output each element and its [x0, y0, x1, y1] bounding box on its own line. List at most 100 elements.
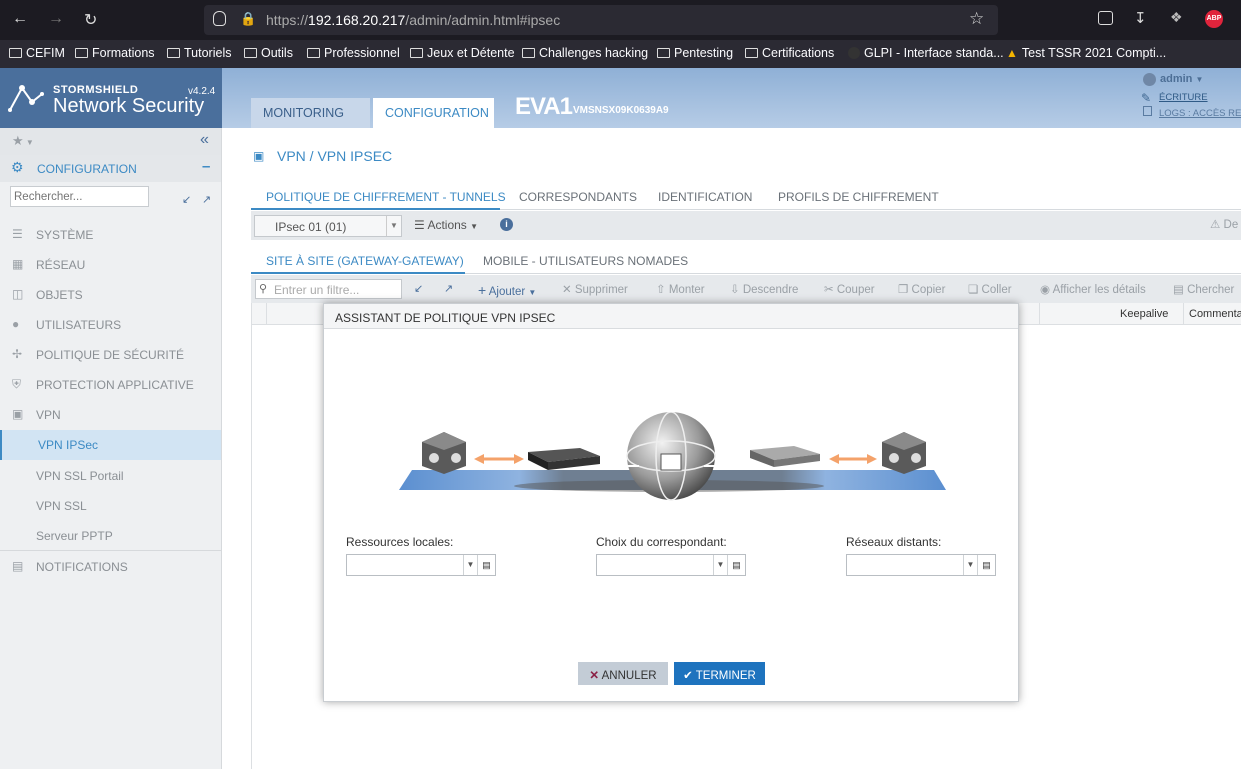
search-button[interactable]: ▤ Chercher [1173, 282, 1234, 296]
add-button[interactable]: + Ajouter ▼ [478, 282, 536, 298]
sidebar-item-vpn-ssl-portail[interactable]: VPN SSL Portail [0, 461, 221, 491]
plus-icon: + [478, 282, 487, 298]
peer-choice-label: Choix du correspondant: [596, 535, 727, 549]
add-object-icon[interactable]: ▤ [727, 555, 745, 575]
page-title: VPN / VPN IPSEC [277, 148, 393, 164]
sidebar-item-notifications[interactable]: ▤ NOTIFICATIONS [0, 552, 221, 582]
active-subtab-underline [251, 272, 465, 274]
bookmark-folder[interactable]: Formations [75, 46, 155, 60]
logo: STORMSHIELD Network Security v4.2.4 [0, 68, 222, 128]
arrow-down-icon: ⇩ [730, 284, 740, 296]
active-tab-underline [251, 208, 500, 210]
vpn-policy-wizard-dialog: ASSISTANT DE POLITIQUE VPN IPSEC Ressour… [323, 303, 1019, 702]
user-icon: ● [12, 317, 20, 331]
download-icon[interactable]: ↧ [1134, 9, 1147, 27]
bookmark-folder[interactable]: Certifications [745, 46, 834, 60]
bookmark-folder[interactable]: Tutoriels [167, 46, 231, 60]
sidebar-item-pptp[interactable]: Serveur PPTP [0, 521, 221, 551]
extension-icon[interactable]: ❖ [1170, 9, 1183, 26]
subtab-site-a-site[interactable]: SITE À SITE (GATEWAY-GATEWAY) [266, 254, 464, 268]
actions-menu[interactable]: ☰ Actions ▼ [414, 218, 478, 232]
star-icon[interactable]: ☆ [969, 9, 984, 29]
tab-profils[interactable]: PROFILS DE CHIFFREMENT [778, 190, 939, 204]
info-icon[interactable]: i [500, 218, 513, 231]
add-object-icon[interactable]: ▤ [477, 555, 495, 575]
show-details-button[interactable]: ◉ Afficher les détails [1040, 282, 1146, 296]
cancel-button[interactable]: ✕ ANNULER [578, 662, 668, 685]
favorites-star-icon[interactable]: ★ ▼ [12, 133, 34, 149]
folder-icon [244, 48, 257, 58]
bookmark-link[interactable]: ▲ Test TSSR 2021 Compti... [1006, 46, 1166, 60]
subtab-mobile[interactable]: MOBILE - UTILISATEURS NOMADES [483, 254, 688, 268]
eye-icon: ◉ [1040, 284, 1051, 296]
collapse-sidebar-icon[interactable]: « [200, 131, 209, 149]
sidebar-item-utilisateurs[interactable]: ● UTILISATEURS [0, 310, 221, 340]
move-down-button[interactable]: ⇩ Descendre [730, 282, 798, 296]
local-resources-combo[interactable]: ▼ ▤ [346, 554, 496, 576]
logs-access-link[interactable]: LOGS : ACCÈS RES [1159, 108, 1241, 119]
filter-input[interactable]: ⚲ Entrer un filtre... [255, 279, 402, 299]
write-mode-link[interactable]: ÉCRITURE [1159, 92, 1208, 103]
divider [0, 550, 221, 551]
sidebar-item-vpn[interactable]: ▣ VPN [0, 400, 221, 430]
sidebar-item-reseau[interactable]: ▦ RÉSEAU [0, 250, 221, 280]
collapse-all-icon[interactable]: ↙ [182, 193, 191, 206]
delete-button[interactable]: ✕ Supprimer [562, 282, 628, 296]
sidebar-item-protection[interactable]: ⛨ PROTECTION APPLICATIVE [0, 370, 221, 400]
policy-select[interactable]: IPsec 01 (01) ▼ [254, 215, 402, 237]
pocket-icon[interactable] [1098, 11, 1113, 25]
bookmark-folder[interactable]: Outils [244, 46, 293, 60]
checkbox-icon[interactable] [1143, 106, 1152, 116]
bookmark-folder[interactable]: Pentesting [657, 46, 733, 60]
bookmark-folder[interactable]: Challenges hacking [522, 46, 648, 60]
forward-icon[interactable]: → [48, 10, 64, 28]
column-header[interactable]: Keepalive [1120, 308, 1168, 320]
finish-button[interactable]: ✔ TERMINER [674, 662, 765, 685]
user-menu[interactable]: admin ▼ [1160, 73, 1203, 85]
chevron-down-icon[interactable]: ▼ [713, 555, 727, 575]
remote-networks-combo[interactable]: ▼ ▤ [846, 554, 996, 576]
move-up-button[interactable]: ⇧ Monter [656, 282, 705, 296]
arrows-icon: ✢ [12, 347, 23, 361]
product-name: Network Security [53, 95, 205, 117]
collapse-section-icon[interactable]: – [202, 158, 210, 175]
bookmark-folder[interactable]: Professionnel [307, 46, 400, 60]
tab-politique[interactable]: POLITIQUE DE CHIFFREMENT - TUNNELS [266, 190, 506, 204]
folder-icon [522, 48, 535, 58]
sidebar-item-objets[interactable]: ◫ OBJETS [0, 280, 221, 310]
sidebar-item-vpn-ipsec[interactable]: VPN IPSec [0, 430, 221, 460]
glpi-icon [848, 47, 860, 59]
expand-all-icon[interactable]: ↗ [202, 193, 211, 206]
sidebar-item-vpn-ssl[interactable]: VPN SSL [0, 491, 221, 521]
tab-identification[interactable]: IDENTIFICATION [658, 190, 752, 204]
lock-icon[interactable]: 🔒 [240, 11, 256, 27]
bookmark-folder[interactable]: Jeux et Détente [410, 46, 515, 60]
bookmark-link[interactable]: GLPI - Interface standa... [848, 46, 1004, 60]
adblock-icon[interactable]: ABP [1205, 10, 1223, 28]
sidebar-item-politique[interactable]: ✢ POLITIQUE DE SÉCURITÉ [0, 340, 221, 370]
back-icon[interactable]: ← [12, 10, 28, 28]
bookmark-folder[interactable]: CEFIM [9, 46, 65, 60]
tab-configuration[interactable]: CONFIGURATION [373, 98, 494, 128]
search-input[interactable] [10, 186, 149, 207]
shield-icon[interactable] [213, 11, 226, 26]
cut-button[interactable]: ✂ Couper [824, 282, 875, 296]
copy-button[interactable]: ❐ Copier [898, 282, 945, 296]
column-header[interactable]: Commenta [1189, 308, 1241, 320]
paste-button[interactable]: ❏ Coller [968, 282, 1012, 296]
tab-monitoring[interactable]: MONITORING [251, 98, 370, 128]
add-object-icon[interactable]: ▤ [977, 555, 995, 575]
peer-choice-combo[interactable]: ▼ ▤ [596, 554, 746, 576]
reload-icon[interactable]: ↻ [84, 10, 97, 30]
url-text[interactable]: https://192.168.20.217/admin/admin.html#… [266, 12, 560, 28]
chevron-down-icon[interactable]: ▼ [963, 555, 977, 575]
sidebar-item-systeme[interactable]: ☰ SYSTÈME [0, 220, 221, 250]
tab-correspondants[interactable]: CORRESPONDANTS [519, 190, 637, 204]
search-icon: ▤ [1173, 284, 1184, 296]
paste-icon: ❏ [968, 284, 979, 296]
expand-icon[interactable]: ↗ [444, 282, 453, 295]
collapse-icon[interactable]: ↙ [414, 282, 423, 295]
column-divider [266, 303, 267, 325]
chevron-down-icon[interactable]: ▼ [463, 555, 477, 575]
deactivate-button[interactable]: ⚠ De [1210, 217, 1238, 231]
